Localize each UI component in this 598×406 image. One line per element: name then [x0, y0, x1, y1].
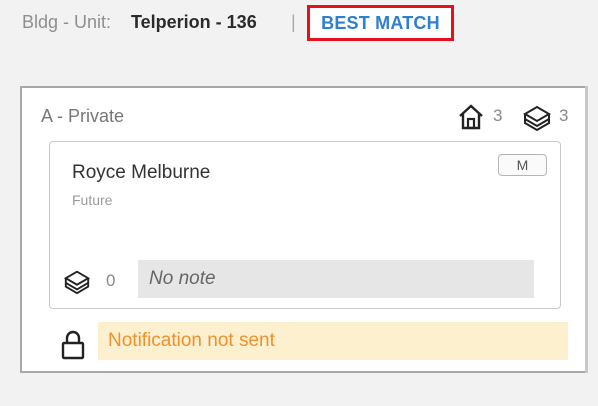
card-right-border: [585, 86, 588, 373]
header-separator: |: [291, 12, 296, 32]
bldg-unit-label: Bldg - Unit:: [22, 12, 112, 32]
home-count: 3: [493, 106, 503, 125]
resident-status: Future: [72, 192, 113, 208]
notes-icon: [63, 270, 91, 295]
resident-name: Royce Melburne: [72, 162, 211, 183]
home-icon: [459, 104, 483, 130]
card-title: A - Private: [41, 106, 125, 126]
notification-status: Notification not sent: [98, 322, 568, 360]
header: Bldg - Unit: Telperion - 136 | BEST MATC…: [0, 0, 598, 46]
documents-icon: [523, 105, 551, 132]
lock-icon: [61, 330, 85, 360]
best-match-button[interactable]: BEST MATCH: [307, 5, 454, 41]
note-count: 0: [106, 271, 116, 290]
note-field[interactable]: No note: [138, 260, 534, 298]
documents-count: 3: [559, 106, 569, 125]
bldg-unit-value: Telperion - 136: [131, 12, 257, 32]
resident-card[interactable]: Royce Melburne Future M 0 No note: [49, 141, 561, 309]
unit-card: A - Private 3 3 Royce Melburne Future M …: [20, 86, 588, 373]
resident-badge: M: [498, 154, 547, 176]
